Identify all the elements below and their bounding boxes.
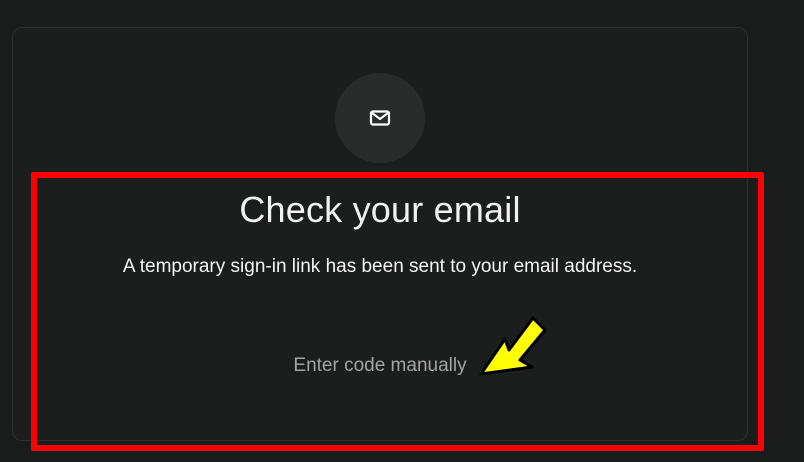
- page-title: Check your email: [239, 189, 521, 230]
- enter-code-manually-link[interactable]: Enter code manually: [0, 355, 760, 377]
- instruction-text: A temporary sign-in link has been sent t…: [122, 256, 638, 277]
- mail-icon-badge: [335, 73, 425, 163]
- page: Check your email A temporary sign-in lin…: [0, 0, 804, 462]
- mail-icon: [369, 110, 391, 126]
